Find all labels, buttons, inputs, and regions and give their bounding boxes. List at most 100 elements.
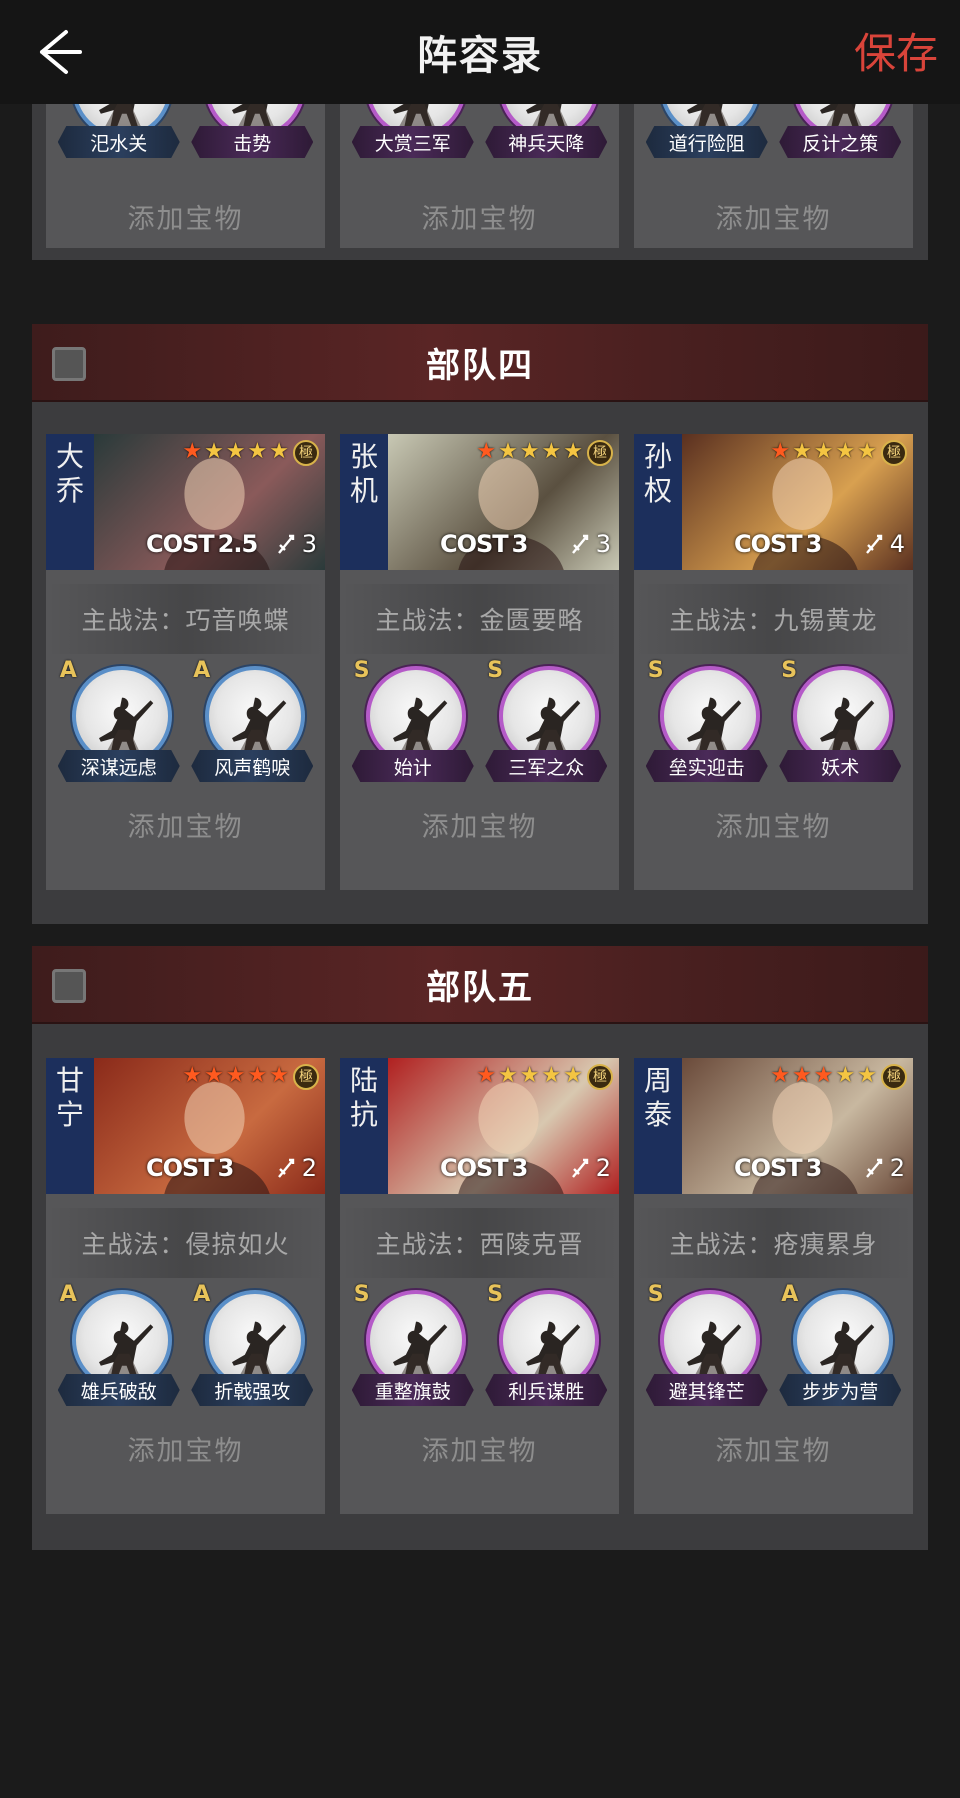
- skill-grade: S: [647, 658, 664, 683]
- unit-value: 3: [595, 530, 611, 558]
- hero-stats: COST 2.5 3: [146, 530, 317, 558]
- main-skill[interactable]: 主战法：侵掠如火: [46, 1208, 325, 1278]
- hero-portrait[interactable]: 陆抗 ★ ★ ★ ★ ★ 極 COST 3 2: [340, 1058, 619, 1194]
- add-treasure-button[interactable]: 添加宝物: [46, 784, 325, 864]
- rank-badge: 極: [881, 440, 907, 466]
- skill-slot[interactable]: 神兵天降: [485, 104, 608, 176]
- hero-card: 孙权 ★ ★ ★ ★ ★ 極 COST 3 4 主战法：九锡黄龙 S 垒实迎击 S 妖术 添加宝物: [634, 434, 913, 890]
- skill-name: 始计: [351, 750, 474, 782]
- skill-slot[interactable]: S 重整旗鼓: [351, 1282, 474, 1408]
- skill-slot[interactable]: A 雄兵破敌: [57, 1282, 180, 1408]
- main-skill[interactable]: 主战法：九锡黄龙: [634, 584, 913, 654]
- star-icon: ★: [835, 439, 856, 464]
- skill-slot[interactable]: S 利兵谋胜: [485, 1282, 608, 1408]
- skill-row: 道行险阻 反计之策: [634, 104, 913, 176]
- cost-label: COST: [440, 1154, 509, 1182]
- skill-slot[interactable]: A 折戟强攻: [191, 1282, 314, 1408]
- squad-checkbox[interactable]: [52, 347, 86, 381]
- skill-row: 大赏三军 神兵天降: [340, 104, 619, 176]
- star-icon: ★: [498, 1063, 518, 1088]
- star-icon: ★: [247, 1063, 268, 1088]
- squad-header: 部队五: [32, 946, 928, 1024]
- cavalry-icon: [276, 1157, 296, 1179]
- rank-badge: 極: [881, 1064, 907, 1090]
- skill-slot[interactable]: 大赏三军: [351, 104, 474, 176]
- add-treasure-button[interactable]: 添加宝物: [634, 784, 913, 864]
- add-treasure-button[interactable]: 添加宝物: [340, 1408, 619, 1488]
- star-rating: ★ ★ ★ ★ ★ 極: [476, 440, 613, 466]
- add-treasure-button[interactable]: 添加宝物: [634, 1408, 913, 1488]
- skill-name: 雄兵破敌: [57, 1374, 180, 1406]
- main-skill[interactable]: 主战法：金匮要略: [340, 584, 619, 654]
- squad-title: 部队四: [426, 345, 534, 386]
- skill-name: 道行险阻: [645, 126, 768, 158]
- skill-grade: S: [487, 1282, 504, 1307]
- skill-name: 垒实迎击: [645, 750, 768, 782]
- skill-slot[interactable]: S 垒实迎击: [645, 658, 768, 784]
- skill-grade: A: [781, 1282, 799, 1307]
- hero-name: 大乔: [46, 434, 94, 570]
- skill-slot[interactable]: S 避其锋芒: [645, 1282, 768, 1408]
- star-icon: ★: [857, 1063, 877, 1088]
- skill-slot[interactable]: 反计之策: [779, 104, 902, 176]
- top-bar: 阵容录 保存: [0, 0, 960, 104]
- star-icon: ★: [563, 439, 583, 464]
- star-icon: ★: [541, 439, 562, 464]
- lineup-list[interactable]: 汜水关 击势 添加宝物 大赏三军 神兵天降 添加宝物 道行险阻 反计之策 添加宝物 部队四 大乔…: [0, 104, 960, 1798]
- star-icon: ★: [476, 439, 497, 464]
- skill-slot[interactable]: 击势: [191, 104, 314, 176]
- skill-name: 深谋远虑: [57, 750, 180, 782]
- star-icon: ★: [519, 1063, 540, 1088]
- skill-name: 步步为营: [779, 1374, 902, 1406]
- rank-badge: 極: [293, 440, 319, 466]
- hero-portrait[interactable]: 大乔 ★ ★ ★ ★ ★ 極 COST 2.5 3: [46, 434, 325, 570]
- skill-slot[interactable]: A 步步为营: [779, 1282, 902, 1408]
- hero-card: 甘宁 ★ ★ ★ ★ ★ 極 COST 3 2 主战法：侵掠如火 A 雄兵破敌 A 折戟强攻 添加宝物: [46, 1058, 325, 1514]
- star-icon: ★: [835, 1063, 856, 1088]
- star-rating: ★ ★ ★ ★ ★ 極: [182, 1064, 319, 1090]
- skill-name: 大赏三军: [351, 126, 474, 158]
- skill-grade: S: [353, 1282, 370, 1307]
- star-icon: ★: [770, 1063, 791, 1088]
- squad-title: 部队五: [426, 967, 534, 1008]
- add-treasure-button[interactable]: 添加宝物: [634, 176, 913, 256]
- cost-label: COST: [734, 1154, 803, 1182]
- hero-name-char: 陆: [349, 1064, 378, 1097]
- hero-stats: COST 3 3: [440, 530, 611, 558]
- skill-slot[interactable]: A 深谋远虑: [57, 658, 180, 784]
- skill-slot[interactable]: S 三军之众: [485, 658, 608, 784]
- add-treasure-button[interactable]: 添加宝物: [46, 176, 325, 256]
- skill-slot[interactable]: A 风声鹤唳: [191, 658, 314, 784]
- save-button[interactable]: 保存: [854, 20, 938, 81]
- add-treasure-button[interactable]: 添加宝物: [340, 176, 619, 256]
- star-icon: ★: [541, 1063, 562, 1088]
- hero-name-char: 甘: [55, 1064, 84, 1097]
- main-skill[interactable]: 主战法：巧音唤蝶: [46, 584, 325, 654]
- skill-slot[interactable]: 汜水关: [57, 104, 180, 176]
- back-arrow-icon[interactable]: [26, 24, 82, 80]
- hero-portrait[interactable]: 甘宁 ★ ★ ★ ★ ★ 極 COST 3 2: [46, 1058, 325, 1194]
- hero-portrait[interactable]: 周泰 ★ ★ ★ ★ ★ 極 COST 3 2: [634, 1058, 913, 1194]
- skill-row: S 垒实迎击 S 妖术: [634, 654, 913, 784]
- squad-checkbox[interactable]: [52, 969, 86, 1003]
- skill-slot[interactable]: S 妖术: [779, 658, 902, 784]
- skill-slot[interactable]: 道行险阻: [645, 104, 768, 176]
- skill-slot[interactable]: S 始计: [351, 658, 474, 784]
- skill-name: 神兵天降: [485, 126, 608, 158]
- hero-portrait[interactable]: 张机 ★ ★ ★ ★ ★ 極 COST 3 3: [340, 434, 619, 570]
- star-icon: ★: [476, 1063, 497, 1088]
- cost-label: COST: [146, 1154, 215, 1182]
- hero-name-char: 大: [55, 440, 84, 473]
- add-treasure-button[interactable]: 添加宝物: [46, 1408, 325, 1488]
- add-treasure-button[interactable]: 添加宝物: [340, 784, 619, 864]
- cost-value: 3: [511, 1154, 529, 1182]
- main-skill[interactable]: 主战法：疮痍累身: [634, 1208, 913, 1278]
- star-icon: ★: [269, 1063, 289, 1088]
- main-skill[interactable]: 主战法：西陵克晋: [340, 1208, 619, 1278]
- hero-portrait[interactable]: 孙权 ★ ★ ★ ★ ★ 極 COST 3 4: [634, 434, 913, 570]
- page-title: 阵容录: [417, 33, 543, 79]
- skill-row: S 重整旗鼓 S 利兵谋胜: [340, 1278, 619, 1408]
- star-icon: ★: [204, 1063, 224, 1088]
- star-icon: ★: [269, 439, 289, 464]
- star-icon: ★: [792, 1063, 812, 1088]
